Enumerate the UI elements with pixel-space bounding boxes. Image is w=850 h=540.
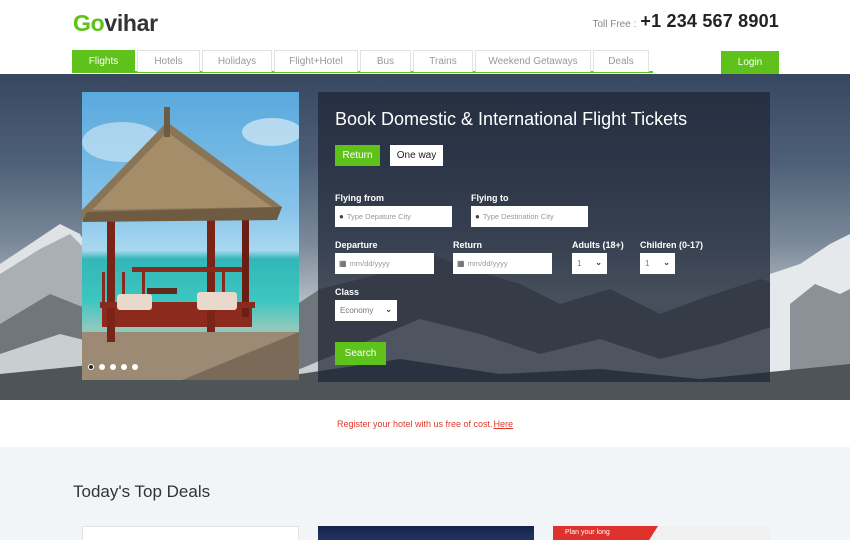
class-value: Economy (340, 306, 374, 315)
beach-gazebo-image (82, 107, 299, 380)
adults-value: 1 (577, 259, 582, 268)
top-deals-title: Today's Top Deals (73, 482, 211, 501)
departure-date-input[interactable]: ▦ mm/dd/yyyy (335, 253, 434, 274)
calendar-icon: ▦ (457, 259, 465, 268)
logo[interactable]: Govihar (73, 10, 158, 37)
chevron-down-icon: ⌄ (385, 305, 392, 314)
flying-to-input[interactable]: ● Type Destination City (471, 206, 588, 227)
deal-card[interactable] (82, 526, 299, 540)
flying-from-placeholder: Type Depature City (346, 212, 412, 221)
tab-hotels[interactable]: Hotels (137, 50, 200, 72)
tab-weekend-getaways[interactable]: Weekend Getaways (475, 50, 591, 72)
map-pin-icon: ● (475, 212, 480, 221)
return-date-input[interactable]: ▦ mm/dd/yyyy (453, 253, 552, 274)
chevron-down-icon: ⌄ (663, 258, 670, 267)
flying-to-label: Flying to (471, 193, 509, 203)
main-nav: Flights Hotels Holidays Flight+Hotel Bus… (72, 50, 653, 73)
carousel-dot[interactable] (110, 364, 116, 370)
flight-booking-panel: Book Domestic & International Flight Tic… (318, 92, 770, 382)
deal-promo-label: Plan your long (553, 526, 658, 540)
class-select[interactable]: Economy ⌄ (335, 300, 397, 321)
deal-card[interactable] (318, 526, 534, 540)
logo-rest: vihar (104, 10, 158, 36)
departure-label: Departure (335, 240, 378, 250)
departure-placeholder: mm/dd/yyyy (349, 259, 390, 268)
adults-select[interactable]: 1 ⌄ (572, 253, 607, 274)
site-header: Govihar Toll Free : +1 234 567 8901 Flig… (0, 0, 850, 74)
tab-bus[interactable]: Bus (360, 50, 411, 72)
deal-card[interactable]: Plan your long (553, 526, 770, 540)
destination-photo (82, 92, 299, 380)
children-select[interactable]: 1 ⌄ (640, 253, 675, 274)
children-label: Children (0-17) (640, 240, 704, 250)
map-pin-icon: ● (339, 212, 344, 221)
carousel-dot[interactable] (88, 364, 94, 370)
adults-label: Adults (18+) (572, 240, 624, 250)
carousel-dots (88, 364, 138, 370)
search-button[interactable]: Search (335, 342, 386, 365)
children-value: 1 (645, 259, 650, 268)
top-deals-section: Today's Top Deals Plan your long (0, 447, 850, 540)
register-text: Register your hotel with us free of cost… (336, 418, 493, 429)
flying-from-input[interactable]: ● Type Depature City (335, 206, 452, 227)
toll-free-contact: Toll Free : +1 234 567 8901 (592, 11, 779, 32)
tab-flight-hotel[interactable]: Flight+Hotel (274, 50, 358, 72)
register-here-link[interactable]: Here (494, 419, 514, 429)
class-label: Class (335, 287, 360, 297)
toll-free-label: Toll Free : (592, 19, 637, 30)
return-trip-button[interactable]: Return (335, 145, 380, 166)
hero-banner: Book Domestic & International Flight Tic… (0, 74, 850, 400)
one-way-trip-button[interactable]: One way (390, 145, 443, 166)
carousel-dot[interactable] (99, 364, 105, 370)
toll-free-number[interactable]: +1 234 567 8901 (640, 11, 779, 32)
booking-title: Book Domestic & International Flight Tic… (335, 109, 688, 129)
carousel-dot[interactable] (121, 364, 127, 370)
tab-trains[interactable]: Trains (413, 50, 473, 72)
logo-go: Go (73, 10, 105, 36)
return-placeholder: mm/dd/yyyy (467, 259, 508, 268)
tab-holidays[interactable]: Holidays (202, 50, 272, 72)
calendar-icon: ▦ (339, 259, 347, 268)
tab-flights[interactable]: Flights (72, 50, 135, 72)
register-hotel-banner: Register your hotel with us free of cost… (0, 400, 850, 447)
login-button[interactable]: Login (721, 51, 779, 74)
flying-to-placeholder: Type Destination City (482, 212, 554, 221)
tab-deals[interactable]: Deals (593, 50, 649, 72)
flying-from-label: Flying from (335, 193, 384, 203)
carousel-dot[interactable] (132, 364, 138, 370)
chevron-down-icon: ⌄ (595, 258, 602, 267)
return-label: Return (453, 240, 482, 250)
